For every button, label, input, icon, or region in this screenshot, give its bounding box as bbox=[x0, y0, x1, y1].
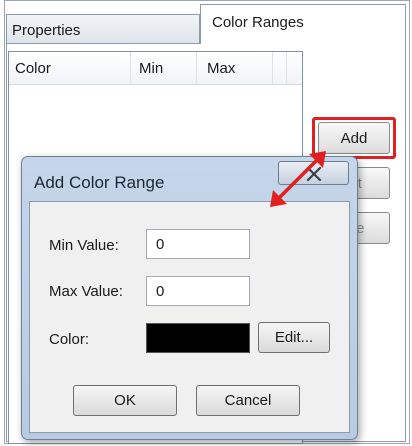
column-header-min[interactable]: Min bbox=[131, 52, 197, 84]
tab-properties[interactable]: Properties bbox=[6, 14, 200, 44]
color-swatch[interactable] bbox=[146, 323, 250, 353]
tab-properties-label: Properties bbox=[12, 22, 81, 39]
dialog-close-button[interactable] bbox=[278, 161, 349, 185]
column-header-color[interactable]: Color bbox=[9, 52, 131, 84]
tab-color-ranges-label: Color Ranges bbox=[212, 14, 304, 31]
dialog-body: Min Value: Max Value: Color: Edit... OK … bbox=[29, 201, 350, 433]
column-header-max[interactable]: Max bbox=[197, 52, 273, 84]
tab-color-ranges[interactable]: Color Ranges bbox=[200, 4, 406, 44]
list-header: Color Min Max bbox=[9, 52, 302, 85]
column-header-filler bbox=[273, 52, 287, 84]
min-value-label: Min Value: bbox=[49, 237, 119, 254]
close-icon bbox=[306, 167, 322, 181]
color-label: Color: bbox=[49, 331, 90, 348]
ok-button[interactable]: OK bbox=[73, 385, 177, 416]
color-edit-button[interactable]: Edit... bbox=[258, 322, 330, 353]
add-button-highlight bbox=[312, 117, 396, 159]
dialog-title: Add Color Range bbox=[34, 173, 165, 192]
cancel-button[interactable]: Cancel bbox=[196, 385, 300, 416]
add-color-range-dialog: Add Color Range Min Value: Max Value: Co… bbox=[21, 156, 358, 440]
min-value-input[interactable] bbox=[146, 229, 250, 259]
max-value-input[interactable] bbox=[146, 276, 250, 306]
max-value-label: Max Value: bbox=[49, 283, 123, 300]
